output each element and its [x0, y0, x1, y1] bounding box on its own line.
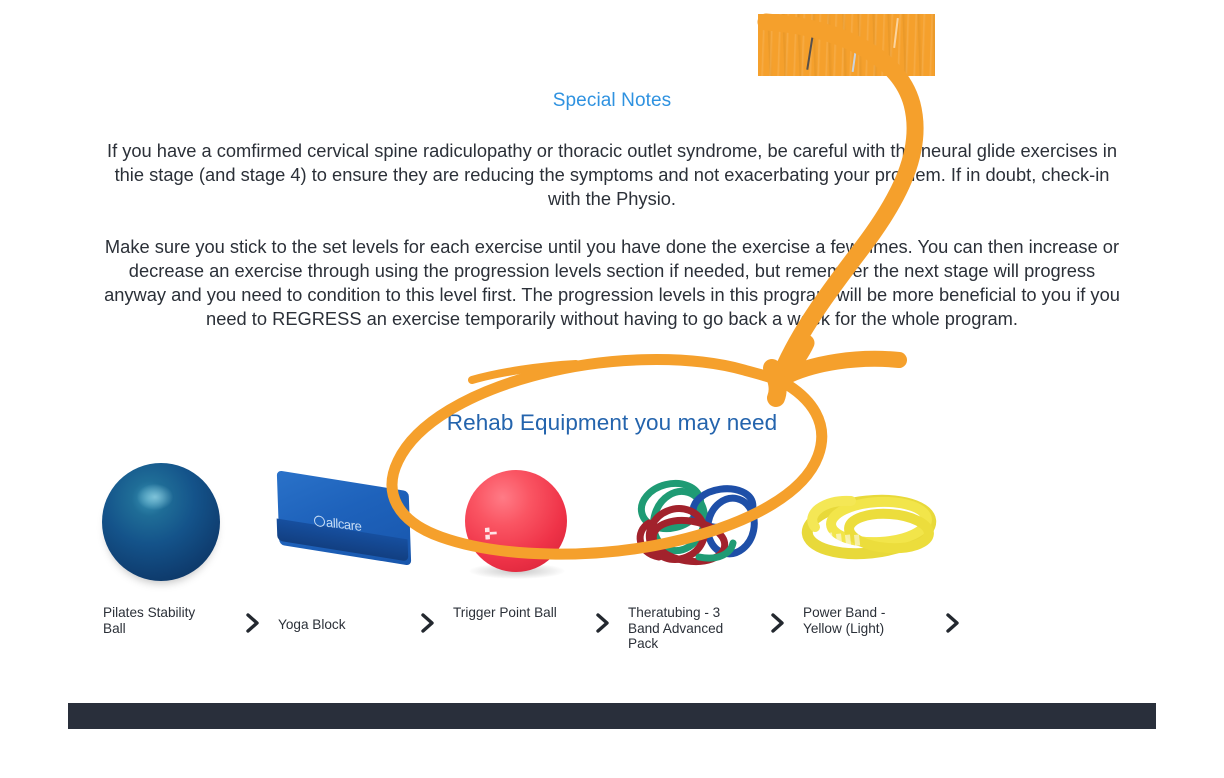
page-canvas: Special Notes If you have a comfirmed ce… [0, 0, 1224, 778]
product-thumbnail: allcare [260, 455, 435, 600]
product-thumbnail [435, 455, 610, 600]
coloured-theratubing-image [636, 479, 758, 566]
product-meta: Pilates Stability Ball [103, 605, 263, 636]
product-name: Pilates Stability Ball [103, 605, 196, 636]
product-name: Yoga Block [278, 617, 346, 632]
special-notes-heading: Special Notes [552, 90, 672, 111]
rehab-equipment-heading: Rehab Equipment you may need [446, 410, 778, 435]
product-name: Trigger Point Ball [453, 605, 557, 620]
product-meta: Yoga Block [278, 605, 438, 635]
product-thumbnail [85, 455, 260, 600]
red-trigger-point-ball-image [465, 470, 567, 572]
product-name: Power Band - Yellow (Light) [803, 605, 886, 636]
yellow-power-band-image [801, 494, 937, 560]
product-meta: Theratubing - 3 Band Advanced Pack [628, 605, 788, 652]
blue-yoga-block-image: allcare [274, 470, 414, 573]
chevron-right-icon[interactable] [943, 611, 963, 635]
blue-pilates-ball-image [102, 463, 220, 581]
footer-bar [68, 703, 1156, 729]
product-meta: Power Band - Yellow (Light) [803, 605, 963, 636]
equipment-product-strip: Pilates Stability Ball allcare Yoga Bloc… [85, 455, 985, 665]
special-notes-paragraph-1: If you have a comfirmed cervical spine r… [106, 140, 1118, 209]
product-thumbnail [785, 455, 960, 600]
product-meta: Trigger Point Ball [453, 605, 613, 635]
product-card-pilates-stability-ball[interactable]: Pilates Stability Ball [85, 455, 260, 665]
product-card-power-band[interactable]: Power Band - Yellow (Light) [785, 455, 960, 665]
special-notes-paragraph-2: Make sure you stick to the set levels fo… [104, 236, 1120, 329]
product-card-theratubing[interactable]: Theratubing - 3 Band Advanced Pack [610, 455, 785, 665]
product-name: Theratubing - 3 Band Advanced Pack [628, 605, 724, 651]
product-card-yoga-block[interactable]: allcare Yoga Block [260, 455, 435, 665]
product-thumbnail [610, 455, 785, 600]
product-card-trigger-point-ball[interactable]: Trigger Point Ball [435, 455, 610, 665]
document-body: Special Notes If you have a comfirmed ce… [0, 0, 1224, 778]
trigger-point-ball-logo [485, 526, 512, 539]
